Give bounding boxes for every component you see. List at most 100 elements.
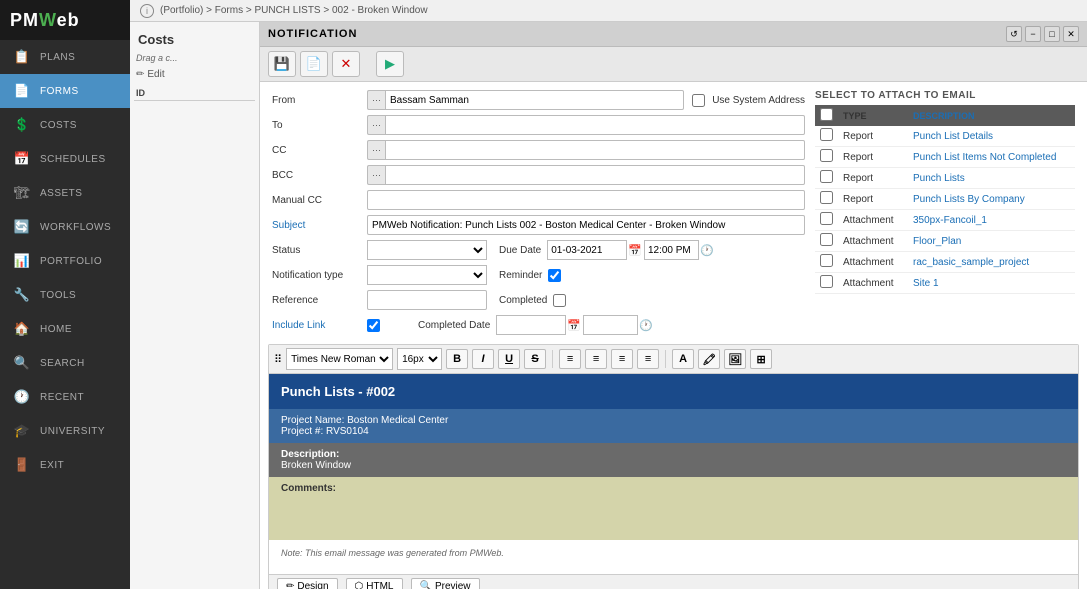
bold-button[interactable]: B: [446, 349, 468, 369]
editor-body[interactable]: Punch Lists - #002 Project Name: Boston …: [269, 374, 1078, 574]
attach-row-description[interactable]: 350px-Fancoil_1: [908, 210, 1075, 231]
highlight-button[interactable]: 🖍: [698, 349, 720, 369]
subject-field[interactable]: [367, 215, 805, 235]
font-size-select[interactable]: 16px: [397, 348, 442, 370]
reminder-checkbox[interactable]: [548, 269, 561, 282]
design-tab[interactable]: ✏ Design: [277, 578, 338, 589]
email-footer: Note: This email message was generated f…: [269, 540, 1078, 566]
editor-toolbar: ⠿ Times New Roman 16px B I U S ≡ ≡ ≡ ≡: [269, 345, 1078, 374]
to-field[interactable]: [385, 115, 805, 135]
due-date-calendar-icon[interactable]: 📅: [628, 244, 642, 257]
attach-row-checkbox[interactable]: [820, 149, 833, 162]
edit-button[interactable]: ✏ Edit: [134, 67, 255, 82]
assets-icon: 🏗: [12, 185, 32, 201]
completed-date-field[interactable]: [496, 315, 566, 335]
sidebar: PMWeb 📋 PLANS 📄 FORMS 💲 COSTS 📅 SCHEDULE…: [0, 0, 130, 589]
main-area: i (Portfolio) > Forms > PUNCH LISTS > 00…: [130, 0, 1087, 589]
attach-row-description[interactable]: Punch Lists By Company: [908, 189, 1075, 210]
table-button[interactable]: ⊞: [750, 349, 772, 369]
minimize-btn[interactable]: −: [1025, 26, 1041, 42]
justify-button[interactable]: ≡: [637, 349, 659, 369]
sidebar-item-workflows[interactable]: 🔄 WORKFLOWS: [0, 210, 130, 244]
cancel-button[interactable]: ✕: [332, 51, 360, 77]
status-select[interactable]: [367, 240, 487, 260]
to-row: To ···: [272, 115, 805, 135]
attach-row-description[interactable]: Punch List Items Not Completed: [908, 147, 1075, 168]
strikethrough-button[interactable]: S: [524, 349, 546, 369]
copy-button[interactable]: 📄: [300, 51, 328, 77]
completed-checkbox[interactable]: [553, 294, 566, 307]
font-color-button[interactable]: A: [672, 349, 694, 369]
comments-body[interactable]: [281, 494, 1066, 534]
logo-area: PMWeb: [0, 0, 130, 40]
attach-row-checkbox[interactable]: [820, 212, 833, 225]
attach-row-checkbox[interactable]: [820, 275, 833, 288]
info-icon[interactable]: i: [140, 4, 154, 18]
attach-row-checkbox[interactable]: [820, 191, 833, 204]
align-left-button[interactable]: ≡: [559, 349, 581, 369]
sidebar-item-costs[interactable]: 💲 COSTS: [0, 108, 130, 142]
image-button[interactable]: 🖼: [724, 349, 746, 369]
cc-field[interactable]: [385, 140, 805, 160]
cc-ellipsis[interactable]: ···: [367, 140, 385, 160]
to-ellipsis[interactable]: ···: [367, 115, 385, 135]
include-link-checkbox[interactable]: [367, 319, 380, 332]
sidebar-item-portfolio[interactable]: 📊 PORTFOLIO: [0, 244, 130, 278]
refresh-btn[interactable]: ↺: [1006, 26, 1022, 42]
attach-row-checkbox[interactable]: [820, 233, 833, 246]
sidebar-item-assets[interactable]: 🏗 ASSETS: [0, 176, 130, 210]
sidebar-item-exit[interactable]: 🚪 EXIT: [0, 448, 130, 482]
sidebar-item-search[interactable]: 🔍 SEARCH: [0, 346, 130, 380]
toolbar-handle-icon[interactable]: ⠿: [274, 353, 282, 366]
manual-cc-field[interactable]: [367, 190, 805, 210]
due-time-clock-icon[interactable]: 🕐: [700, 244, 714, 257]
editor-footer: ✏ Design ⬡ HTML 🔍 Preview: [269, 574, 1078, 589]
sidebar-item-university[interactable]: 🎓 UNIVERSITY: [0, 414, 130, 448]
notification-type-select[interactable]: [367, 265, 487, 285]
attach-row-checkbox[interactable]: [820, 254, 833, 267]
attach-col-description: DESCRIPTION: [908, 105, 1075, 126]
preview-tab[interactable]: 🔍 Preview: [411, 578, 480, 589]
reference-field[interactable]: [367, 290, 487, 310]
html-tab[interactable]: ⬡ HTML: [346, 578, 403, 589]
plans-icon: 📋: [12, 49, 32, 65]
underline-button[interactable]: U: [498, 349, 520, 369]
close-btn[interactable]: ✕: [1063, 26, 1079, 42]
attach-col-check: [815, 105, 838, 126]
completed-date-calendar-icon[interactable]: 📅: [567, 319, 581, 332]
sidebar-item-schedules[interactable]: 📅 SCHEDULES: [0, 142, 130, 176]
sidebar-item-recent[interactable]: 🕐 RECENT: [0, 380, 130, 414]
attach-row-checkbox[interactable]: [820, 170, 833, 183]
from-field[interactable]: [385, 90, 684, 110]
attach-row-description[interactable]: Punch List Details: [908, 126, 1075, 147]
sidebar-item-forms[interactable]: 📄 FORMS: [0, 74, 130, 108]
completed-time-clock-icon[interactable]: 🕐: [639, 319, 653, 332]
attach-row-description[interactable]: Punch Lists: [908, 168, 1075, 189]
from-ellipsis[interactable]: ···: [367, 90, 385, 110]
align-center-button[interactable]: ≡: [585, 349, 607, 369]
due-time-field[interactable]: [644, 240, 699, 260]
send-button[interactable]: ▶: [376, 51, 404, 77]
attach-row-checkbox[interactable]: [820, 128, 833, 141]
restore-btn[interactable]: □: [1044, 26, 1060, 42]
completed-time-field[interactable]: [583, 315, 638, 335]
bcc-ellipsis[interactable]: ···: [367, 165, 385, 185]
completed-label: Completed: [499, 295, 547, 306]
attach-row-description[interactable]: Site 1: [908, 273, 1075, 294]
tools-icon: 🔧: [12, 287, 32, 303]
sidebar-item-home[interactable]: 🏠 HOME: [0, 312, 130, 346]
due-date-field[interactable]: [547, 240, 627, 260]
align-right-button[interactable]: ≡: [611, 349, 633, 369]
use-system-address-checkbox[interactable]: [692, 94, 705, 107]
attach-select-all[interactable]: [820, 108, 833, 121]
italic-button[interactable]: I: [472, 349, 494, 369]
save-button[interactable]: 💾: [268, 51, 296, 77]
sidebar-item-tools[interactable]: 🔧 TOOLS: [0, 278, 130, 312]
bcc-field[interactable]: [385, 165, 805, 185]
sidebar-item-plans[interactable]: 📋 PLANS: [0, 40, 130, 74]
font-family-select[interactable]: Times New Roman: [286, 348, 393, 370]
attach-table-row: Attachment Site 1: [815, 273, 1075, 294]
attach-row-description[interactable]: rac_basic_sample_project: [908, 252, 1075, 273]
attach-row-description[interactable]: Floor_Plan: [908, 231, 1075, 252]
notif-type-reminder-row: Notification type Reminder: [272, 265, 805, 285]
